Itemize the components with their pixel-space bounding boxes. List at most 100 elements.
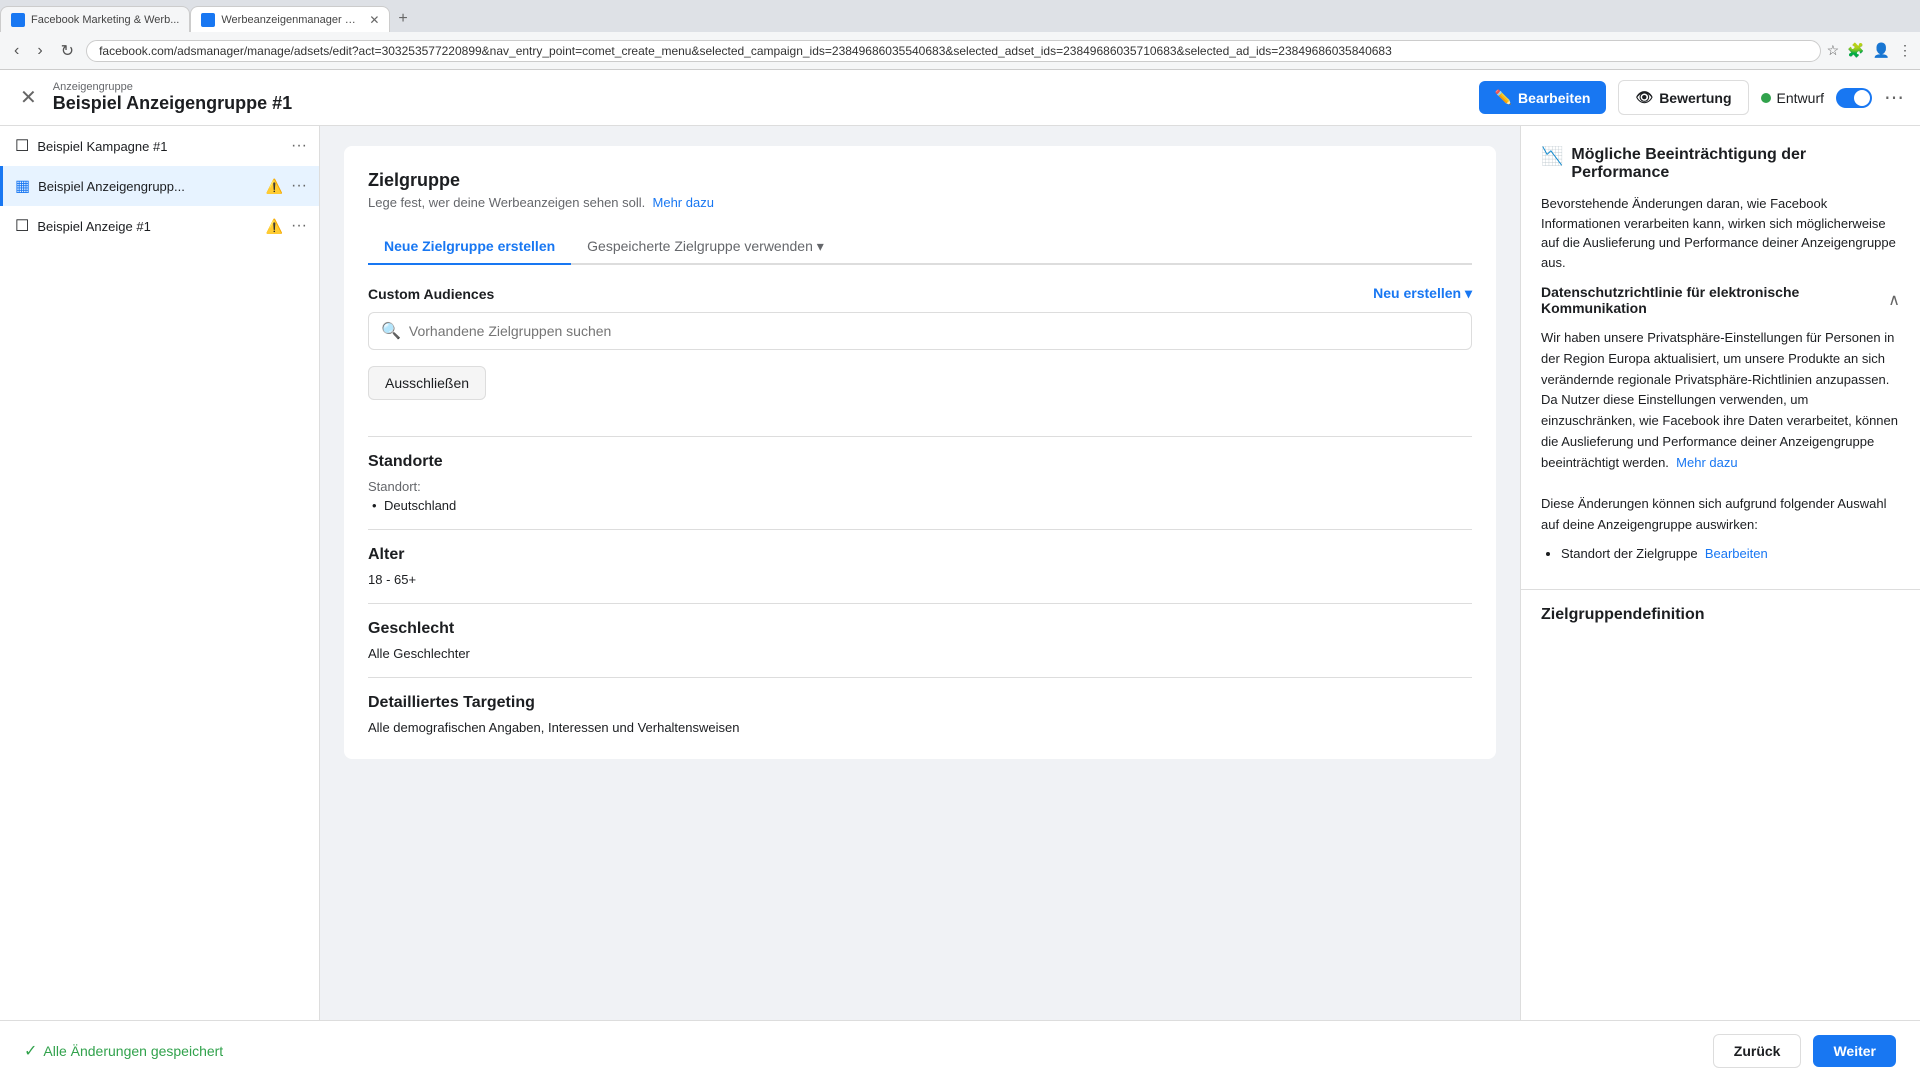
anzeige-more-button[interactable]: ··· <box>291 217 307 235</box>
bewertung-label: Bewertung <box>1659 90 1731 106</box>
toggle-knob <box>1854 90 1870 106</box>
anzeigengruppe-warning-icon: ⚠️ <box>266 178 283 195</box>
tab-1[interactable]: Facebook Marketing & Werb... <box>0 6 190 32</box>
sidebar-item-kampagne-label: Beispiel Kampagne #1 <box>37 139 283 154</box>
tab-2-close-icon[interactable]: ✕ <box>369 13 379 27</box>
app-container: ✕ Anzeigengruppe Beispiel Anzeigengruppe… <box>0 70 1920 1080</box>
search-icon: 🔍 <box>381 321 401 341</box>
sidebar-item-anzeigengruppe-label: Beispiel Anzeigengrupp... <box>38 179 257 194</box>
check-icon: ✓ <box>24 1041 37 1061</box>
divider-1 <box>368 436 1472 437</box>
search-input[interactable] <box>409 323 1459 339</box>
bookmark-star-icon[interactable]: ☆ <box>1827 42 1840 59</box>
more-button[interactable]: ⋯ <box>1884 85 1904 110</box>
ausschliessen-button[interactable]: Ausschließen <box>368 366 486 400</box>
bewertung-button[interactable]: 👁 Bewertung <box>1618 80 1748 115</box>
search-box: 🔍 <box>368 312 1472 350</box>
geschlecht-value: Alle Geschlechter <box>368 646 1472 661</box>
standorte-title: Standorte <box>368 453 1472 471</box>
bearbeiten-label: Bearbeiten <box>1518 90 1590 106</box>
profile-icon[interactable]: 👤 <box>1873 42 1890 59</box>
sidebar: ☐ Beispiel Kampagne #1 ··· ▦ Beispiel An… <box>0 126 320 1020</box>
status-dot <box>1761 93 1771 103</box>
menu-icon[interactable]: ⋮ <box>1898 42 1912 59</box>
tab-bar: Facebook Marketing & Werb... Werbeanzeig… <box>0 0 1920 32</box>
tabs-row: Neue Zielgruppe erstellen Gespeicherte Z… <box>368 230 1472 265</box>
eye-icon: 👁 <box>1635 89 1653 106</box>
header-actions: ✏️ Bearbeiten 👁 Bewertung Entwurf ⋯ <box>1479 80 1904 115</box>
datenschutz-bearbeiten-link[interactable]: Bearbeiten <box>1705 546 1768 561</box>
forward-button[interactable]: › <box>31 40 48 62</box>
nav-icons: ☆ 🧩 👤 ⋮ <box>1827 42 1912 59</box>
alter-title: Alter <box>368 546 1472 564</box>
tab-2-title: Werbeanzeigenmanager - W... <box>221 14 359 26</box>
saved-message: ✓ Alle Änderungen gespeichert <box>24 1041 223 1061</box>
performance-body: Bevorstehende Änderungen daran, wie Face… <box>1541 194 1900 272</box>
tab-neue-zielgruppe[interactable]: Neue Zielgruppe erstellen <box>368 230 571 265</box>
extensions-icon[interactable]: 🧩 <box>1847 42 1864 59</box>
standorte-label: Standort: <box>368 479 1472 494</box>
geschlecht-title: Geschlecht <box>368 620 1472 638</box>
neu-erstellen-button[interactable]: Neu erstellen ▾ <box>1373 285 1472 302</box>
weiter-button[interactable]: Weiter <box>1813 1035 1896 1067</box>
address-bar[interactable] <box>86 40 1821 62</box>
zielgruppen-definition-title: Zielgruppendefinition <box>1521 590 1920 632</box>
refresh-button[interactable]: ↻ <box>55 39 80 63</box>
datenschutz-mehr-dazu-link[interactable]: Mehr dazu <box>1676 455 1737 470</box>
section-desc: Lege fest, wer deine Werbeanzeigen sehen… <box>368 195 1472 210</box>
new-tab-button[interactable]: + <box>390 6 415 32</box>
datenschutz-list-item-0-text: Standort der Zielgruppe <box>1561 546 1698 561</box>
alter-value: 18 - 65+ <box>368 572 1472 587</box>
close-button[interactable]: ✕ <box>16 81 41 114</box>
standort-deutschland: Deutschland <box>368 498 1472 513</box>
tab-2-favicon <box>201 13 215 27</box>
tab-1-title: Facebook Marketing & Werb... <box>31 14 179 26</box>
divider-4 <box>368 677 1472 678</box>
trend-icon: 📉 <box>1541 146 1563 167</box>
header-titles: Anzeigengruppe Beispiel Anzeigengruppe #… <box>53 81 1467 114</box>
zurueck-button[interactable]: Zurück <box>1713 1034 1802 1068</box>
kampagne-more-button[interactable]: ··· <box>291 137 307 155</box>
datenschutz-body-1: Wir haben unsere Privatsphäre-Einstellun… <box>1541 330 1898 470</box>
detailliertes-targeting-title: Detailliertes Targeting <box>368 694 1472 712</box>
main-body: ☐ Beispiel Kampagne #1 ··· ▦ Beispiel An… <box>0 126 1920 1020</box>
kampagne-icon: ☐ <box>15 136 29 156</box>
content-area: Zielgruppe Lege fest, wer deine Werbeanz… <box>320 126 1520 1020</box>
tab-2[interactable]: Werbeanzeigenmanager - W... ✕ <box>190 6 390 32</box>
tab-gespeicherte-zielgruppe[interactable]: Gespeicherte Zielgruppe verwenden ▾ <box>571 230 840 265</box>
performance-title: 📉 Mögliche Beeinträchtigung der Performa… <box>1541 146 1900 182</box>
toggle-switch[interactable] <box>1836 88 1872 108</box>
content-card: Zielgruppe Lege fest, wer deine Werbeanz… <box>344 146 1496 759</box>
saved-message-text: Alle Änderungen gespeichert <box>43 1043 223 1059</box>
sidebar-item-kampagne[interactable]: ☐ Beispiel Kampagne #1 ··· <box>0 126 319 166</box>
performance-title-text: Mögliche Beeinträchtigung der Performanc… <box>1571 146 1900 182</box>
bearbeiten-button[interactable]: ✏️ Bearbeiten <box>1479 81 1607 114</box>
header-subtitle: Anzeigengruppe <box>53 81 1467 93</box>
browser-chrome: Facebook Marketing & Werb... Werbeanzeig… <box>0 0 1920 70</box>
custom-audiences-header: Custom Audiences Neu erstellen ▾ <box>368 285 1472 302</box>
anzeigengruppe-more-button[interactable]: ··· <box>291 177 307 195</box>
mehr-dazu-link[interactable]: Mehr dazu <box>653 195 714 210</box>
performance-section: 📉 Mögliche Beeinträchtigung der Performa… <box>1521 126 1920 590</box>
header-title: Beispiel Anzeigengruppe #1 <box>53 93 1467 114</box>
back-button[interactable]: ‹ <box>8 40 25 62</box>
divider-2 <box>368 529 1472 530</box>
datenschutz-list-item-0: Standort der Zielgruppe Bearbeiten <box>1561 544 1900 565</box>
anzeige-warning-icon: ⚠️ <box>266 218 283 235</box>
datenschutz-body: Wir haben unsere Privatsphäre-Einstellun… <box>1541 328 1900 565</box>
section-desc-text: Lege fest, wer deine Werbeanzeigen sehen… <box>368 195 645 210</box>
sidebar-item-anzeigengruppe[interactable]: ▦ Beispiel Anzeigengrupp... ⚠️ ··· <box>0 166 319 206</box>
nav-bar: ‹ › ↻ ☆ 🧩 👤 ⋮ <box>0 32 1920 70</box>
detailliertes-targeting-value: Alle demografischen Angaben, Interessen … <box>368 720 1472 735</box>
right-panel: 📉 Mögliche Beeinträchtigung der Performa… <box>1520 126 1920 1020</box>
status-label: Entwurf <box>1777 90 1824 106</box>
custom-audiences-label: Custom Audiences <box>368 286 494 302</box>
datenschutz-collapse-button[interactable]: ∧ <box>1888 290 1900 310</box>
bottom-bar: ✓ Alle Änderungen gespeichert Zurück Wei… <box>0 1020 1920 1080</box>
sidebar-item-anzeige[interactable]: ☐ Beispiel Anzeige #1 ⚠️ ··· <box>0 206 319 246</box>
section-title: Zielgruppe <box>368 170 1472 191</box>
datenschutz-body-2: Diese Änderungen können sich aufgrund fo… <box>1541 496 1886 532</box>
sidebar-item-anzeige-label: Beispiel Anzeige #1 <box>37 219 257 234</box>
app-header: ✕ Anzeigengruppe Beispiel Anzeigengruppe… <box>0 70 1920 126</box>
anzeigengruppe-icon: ▦ <box>15 176 30 196</box>
